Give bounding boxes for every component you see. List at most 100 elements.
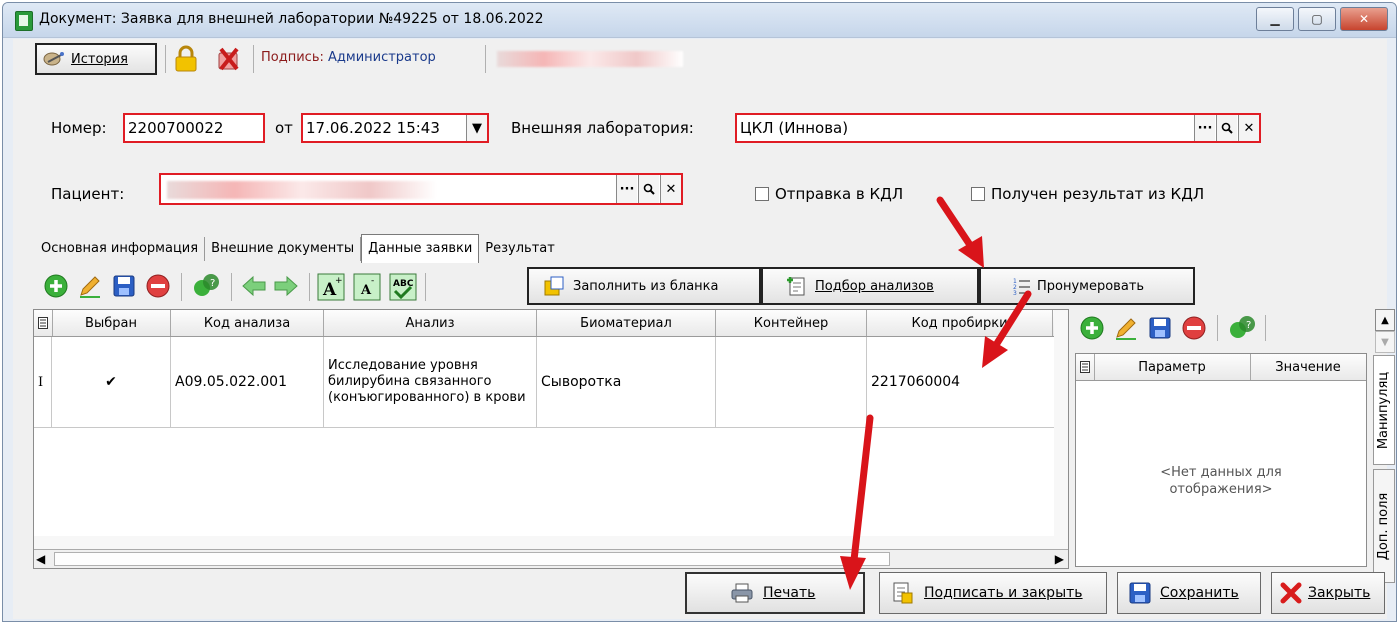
side-tab-extra-fields[interactable]: Доп. поля — [1373, 469, 1395, 583]
delete-icon[interactable] — [1181, 315, 1207, 341]
tab-result[interactable]: Результат — [479, 237, 561, 261]
side-tabs: ▲ ▼ Манипуляц Доп. поля — [1373, 309, 1396, 585]
svg-text:+: + — [335, 276, 343, 286]
column-chooser-icon[interactable] — [1076, 354, 1095, 380]
save-icon[interactable] — [111, 273, 137, 299]
clear-icon[interactable]: ✕ — [1238, 115, 1259, 141]
enumerate-button[interactable]: 123 Пронумеровать — [979, 267, 1195, 305]
scroll-left-icon[interactable]: ◀ — [36, 552, 45, 566]
column-header-biomaterial[interactable]: Биоматериал — [537, 310, 716, 336]
printer-icon — [731, 583, 753, 603]
tab-request-data[interactable]: Данные заявки — [361, 234, 480, 263]
print-button[interactable]: Печать — [685, 572, 865, 614]
fill-from-form-label: Заполнить из бланка — [573, 278, 719, 294]
tab-main-info[interactable]: Основная информация — [35, 237, 206, 261]
svg-text:?: ? — [210, 278, 215, 289]
unlock-icon[interactable] — [213, 45, 243, 73]
window-controls: ▁ ▢ ✕ — [1252, 7, 1388, 31]
tab-external-docs[interactable]: Внешние документы — [205, 237, 362, 261]
edit-icon[interactable] — [77, 273, 103, 299]
spellcheck-icon[interactable]: ABC — [389, 273, 417, 301]
number-label: Номер: — [51, 119, 107, 137]
maximize-button[interactable]: ▢ — [1298, 7, 1336, 31]
clear-icon[interactable]: ✕ — [660, 175, 681, 203]
add-icon[interactable] — [1079, 315, 1105, 341]
close-window-button[interactable]: ✕ — [1340, 7, 1388, 31]
save-icon[interactable] — [1147, 315, 1173, 341]
toolbar-separator — [165, 45, 166, 73]
history-button[interactable]: История — [35, 43, 157, 75]
column-header-tube-code[interactable]: Код пробирки — [867, 310, 1053, 336]
lock-icon[interactable] — [173, 45, 199, 73]
tab-strip: Основная информация Внешние документы Да… — [35, 234, 561, 263]
column-chooser-icon[interactable] — [34, 310, 53, 336]
number-input[interactable]: 2200700022 — [123, 113, 265, 143]
font-decrease-icon[interactable]: A- — [353, 273, 381, 301]
delete-icon[interactable] — [145, 273, 171, 299]
window-title: Документ: Заявка для внешней лаборатории… — [39, 11, 544, 27]
document-window: Документ: Заявка для внешней лаборатории… — [2, 2, 1397, 622]
select-tests-button[interactable]: Подбор анализов — [761, 267, 979, 305]
toolbar-separator — [1217, 315, 1218, 341]
lab-field[interactable]: ЦКЛ (Иннова) ··· ✕ — [735, 113, 1261, 143]
horizontal-scrollbar[interactable]: ◀ ▶ — [34, 549, 1068, 568]
toolbar-separator — [253, 45, 254, 73]
column-header-container[interactable]: Контейнер — [716, 310, 867, 336]
column-header-parameter[interactable]: Параметр — [1094, 354, 1251, 380]
refresh-icon[interactable]: ? — [191, 271, 221, 301]
close-button[interactable]: Закрыть — [1271, 572, 1385, 614]
empty-message: <Нет данных для отображения> — [1160, 465, 1282, 497]
search-icon[interactable] — [638, 175, 659, 203]
side-tab-manipulations[interactable]: Манипуляц — [1373, 355, 1395, 465]
result-kdl-checkbox[interactable]: Получен результат из КДЛ — [971, 185, 1204, 203]
table-row[interactable]: I ✔ A09.05.022.001 Исследование уровня б… — [34, 337, 1054, 428]
params-grid[interactable]: Параметр Значение <Нет данных для отобра… — [1075, 353, 1367, 567]
save-button[interactable]: Сохранить — [1117, 572, 1261, 614]
select-tests-label: Подбор анализов — [815, 278, 934, 294]
column-header-selected[interactable]: Выбран — [52, 310, 171, 336]
ellipsis-icon[interactable]: ··· — [1194, 115, 1215, 141]
arrow-right-icon[interactable] — [273, 275, 299, 297]
scroll-right-icon[interactable]: ▶ — [1055, 552, 1064, 566]
sign-close-button[interactable]: Подписать и закрыть — [879, 572, 1107, 614]
params-header: Параметр Значение — [1076, 354, 1366, 381]
column-header-code[interactable]: Код анализа — [171, 310, 324, 336]
date-picker[interactable]: 17.06.2022 15:43 ▼ — [301, 113, 489, 143]
row-tube-code: 2217060004 — [871, 374, 961, 390]
minimize-button[interactable]: ▁ — [1256, 7, 1294, 31]
enumerate-label: Пронумеровать — [1037, 278, 1145, 294]
top-toolbar: История Подпись: Администратор — [13, 39, 1387, 81]
fill-from-form-button[interactable]: Заполнить из бланка — [527, 267, 761, 305]
date-label: от — [275, 119, 293, 137]
send-kdl-checkbox[interactable]: Отправка в КДЛ — [755, 185, 903, 203]
analysis-grid[interactable]: Выбран Код анализа Анализ Биоматериал Ко… — [33, 309, 1069, 569]
save-label: Сохранить — [1160, 585, 1239, 601]
toolbar-separator — [485, 45, 486, 73]
result-kdl-label: Получен результат из КДЛ — [991, 185, 1205, 203]
font-increase-icon[interactable]: A+ — [317, 273, 345, 301]
column-header-value[interactable]: Значение — [1251, 354, 1365, 380]
ellipsis-icon[interactable]: ··· — [616, 175, 637, 203]
close-label: Закрыть — [1308, 585, 1371, 601]
scroll-up-icon[interactable]: ▲ — [1375, 309, 1395, 331]
patient-field[interactable]: ··· ✕ — [159, 173, 683, 205]
column-header-analysis[interactable]: Анализ — [324, 310, 537, 336]
row-container — [716, 337, 867, 427]
print-label: Печать — [763, 585, 816, 601]
add-icon[interactable] — [43, 273, 69, 299]
arrow-left-icon[interactable] — [241, 275, 267, 297]
numbered-list-icon: 123 — [1013, 278, 1030, 296]
row-selected-checkbox[interactable]: ✔ — [52, 337, 171, 427]
checkbox-box — [971, 187, 985, 201]
row-indicator: I — [34, 337, 52, 427]
window-content: История Подпись: Администратор Номер: 22… — [13, 39, 1395, 619]
chevron-down-icon[interactable]: ▼ — [466, 115, 487, 141]
refresh-icon[interactable]: ? — [1227, 313, 1257, 343]
search-icon[interactable] — [1216, 115, 1237, 141]
title-bar[interactable]: Документ: Заявка для внешней лаборатории… — [3, 3, 1396, 38]
scroll-thumb[interactable] — [54, 552, 890, 566]
side-tab-extra-fields-label: Доп. поля — [1376, 492, 1392, 560]
close-icon — [1280, 582, 1302, 604]
scroll-down-icon[interactable]: ▼ — [1375, 331, 1395, 353]
edit-icon[interactable] — [1113, 315, 1139, 341]
